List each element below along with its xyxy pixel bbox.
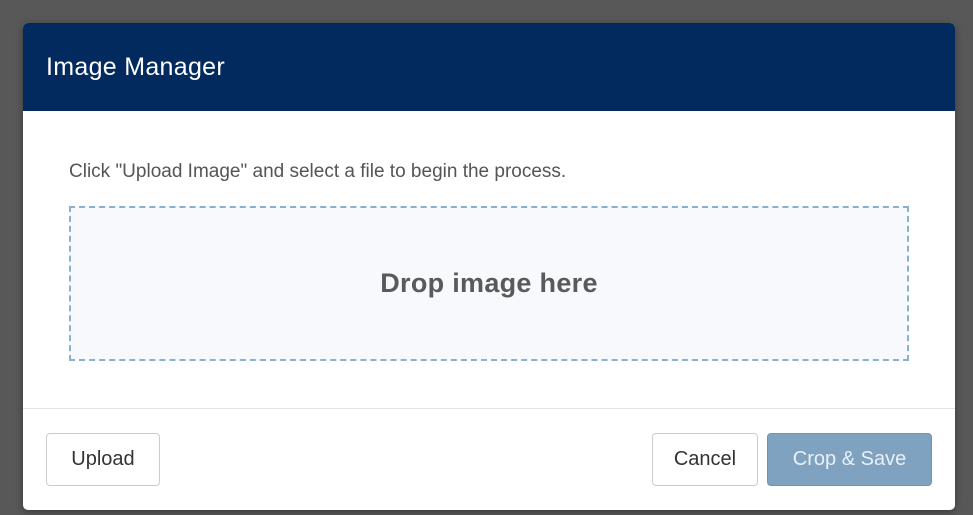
- image-manager-dialog: Image Manager Click "Upload Image" and s…: [23, 23, 955, 510]
- cancel-button[interactable]: Cancel: [652, 433, 758, 486]
- upload-button[interactable]: Upload: [46, 433, 160, 486]
- image-dropzone[interactable]: Drop image here: [69, 206, 909, 361]
- instructions-text: Click "Upload Image" and select a file t…: [69, 161, 567, 182]
- dropzone-label: Drop image here: [380, 268, 598, 298]
- dialog-header: Image Manager: [23, 23, 955, 111]
- dialog-body: Click "Upload Image" and select a file t…: [23, 111, 955, 408]
- crop-save-button[interactable]: Crop & Save: [767, 433, 932, 486]
- dialog-title: Image Manager: [46, 52, 225, 81]
- dialog-footer: Upload Cancel Crop & Save: [23, 408, 955, 510]
